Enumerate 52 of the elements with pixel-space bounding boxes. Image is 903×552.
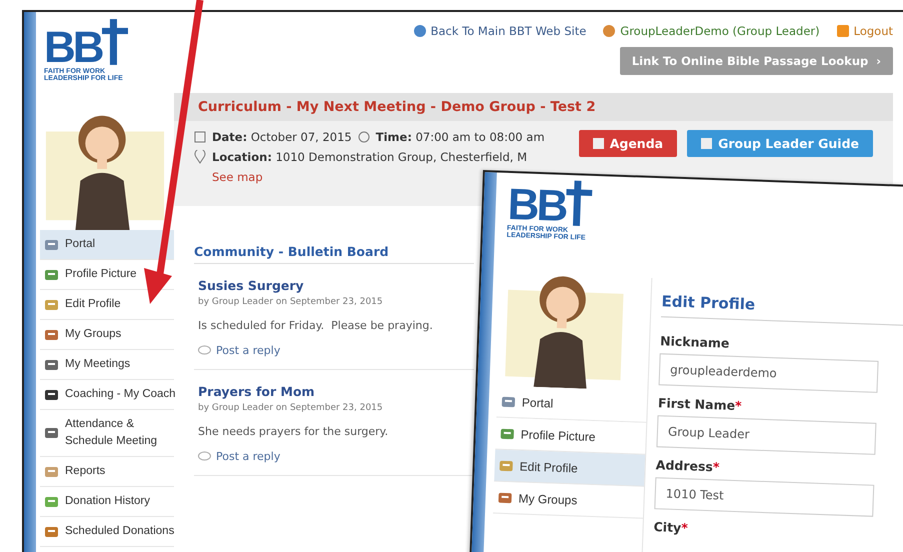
header-link[interactable]: Back To Main BBT Web Site xyxy=(412,24,586,38)
text-field[interactable]: groupleaderdemo xyxy=(658,353,879,393)
meeting-time: Time: 07:00 am to 08:00 am xyxy=(376,130,545,144)
cross-icon xyxy=(102,16,128,68)
field-label: Address* xyxy=(656,457,721,476)
menu-icon xyxy=(44,298,59,312)
text-field[interactable]: Group Leader xyxy=(656,415,876,455)
menu-icon xyxy=(44,238,59,252)
user-icon xyxy=(602,24,616,38)
menu-icon xyxy=(497,490,513,505)
menu-icon xyxy=(44,268,59,282)
menu-icon xyxy=(44,358,59,372)
logo-letters: BB xyxy=(44,28,102,68)
agenda-button[interactable]: Agenda xyxy=(578,130,678,157)
menu-icon xyxy=(44,328,59,342)
field-label: Nickname xyxy=(660,333,731,353)
post-title: Prayers for Mom xyxy=(198,384,316,399)
field-label: First Name* xyxy=(658,395,743,416)
post-reply-link[interactable]: Post a reply xyxy=(198,450,470,463)
menu-icon xyxy=(44,464,59,478)
menu-icon xyxy=(498,458,514,473)
post-reply-link[interactable]: Post a reply xyxy=(198,344,470,357)
meeting-date: Date: October 07, 2015 xyxy=(212,130,352,144)
post-byline: by Group Leader on September 23, 2015 xyxy=(198,403,384,413)
field-label: City* xyxy=(653,519,690,538)
header-link[interactable]: GroupLeaderDemo (Group Leader) xyxy=(602,24,820,38)
location-pin-icon xyxy=(194,150,206,164)
post-body: She needs prayers for the surgery. xyxy=(198,425,390,438)
see-map-link[interactable]: See map xyxy=(212,170,263,184)
header-link[interactable]: Logout xyxy=(836,24,893,38)
cross-icon xyxy=(564,178,592,228)
meeting-title: Curriculum - My Next Meeting - Demo Group - Test 2 xyxy=(174,93,893,121)
meeting-location: Location: 1010 Demonstration Group, Chesterfield, M xyxy=(212,150,527,164)
clock-icon xyxy=(358,131,370,143)
speech-bubble-icon xyxy=(198,451,211,462)
menu-icon xyxy=(44,494,59,508)
menu-icon xyxy=(500,394,516,409)
sidebar-item[interactable]: Portal xyxy=(496,386,648,423)
post-byline: by Group Leader on September 23, 2015 xyxy=(198,297,384,307)
logout-icon xyxy=(836,24,850,38)
menu-icon xyxy=(500,426,516,441)
globe-icon xyxy=(412,24,427,38)
menu-icon xyxy=(44,426,59,440)
bulletin-title: Community - Bulletin Board xyxy=(194,244,474,264)
menu-icon xyxy=(44,388,59,402)
menu-icon xyxy=(44,524,59,538)
post-title: Susies Surgery xyxy=(198,278,305,293)
speech-bubble-icon xyxy=(198,345,211,356)
sidebar-item[interactable]: My Groups xyxy=(493,482,644,519)
post-body: Is scheduled for Friday. Please be praying. xyxy=(198,319,434,332)
text-field[interactable]: 1010 Test xyxy=(654,477,874,517)
sidebar-item[interactable]: Portal xyxy=(40,230,174,260)
